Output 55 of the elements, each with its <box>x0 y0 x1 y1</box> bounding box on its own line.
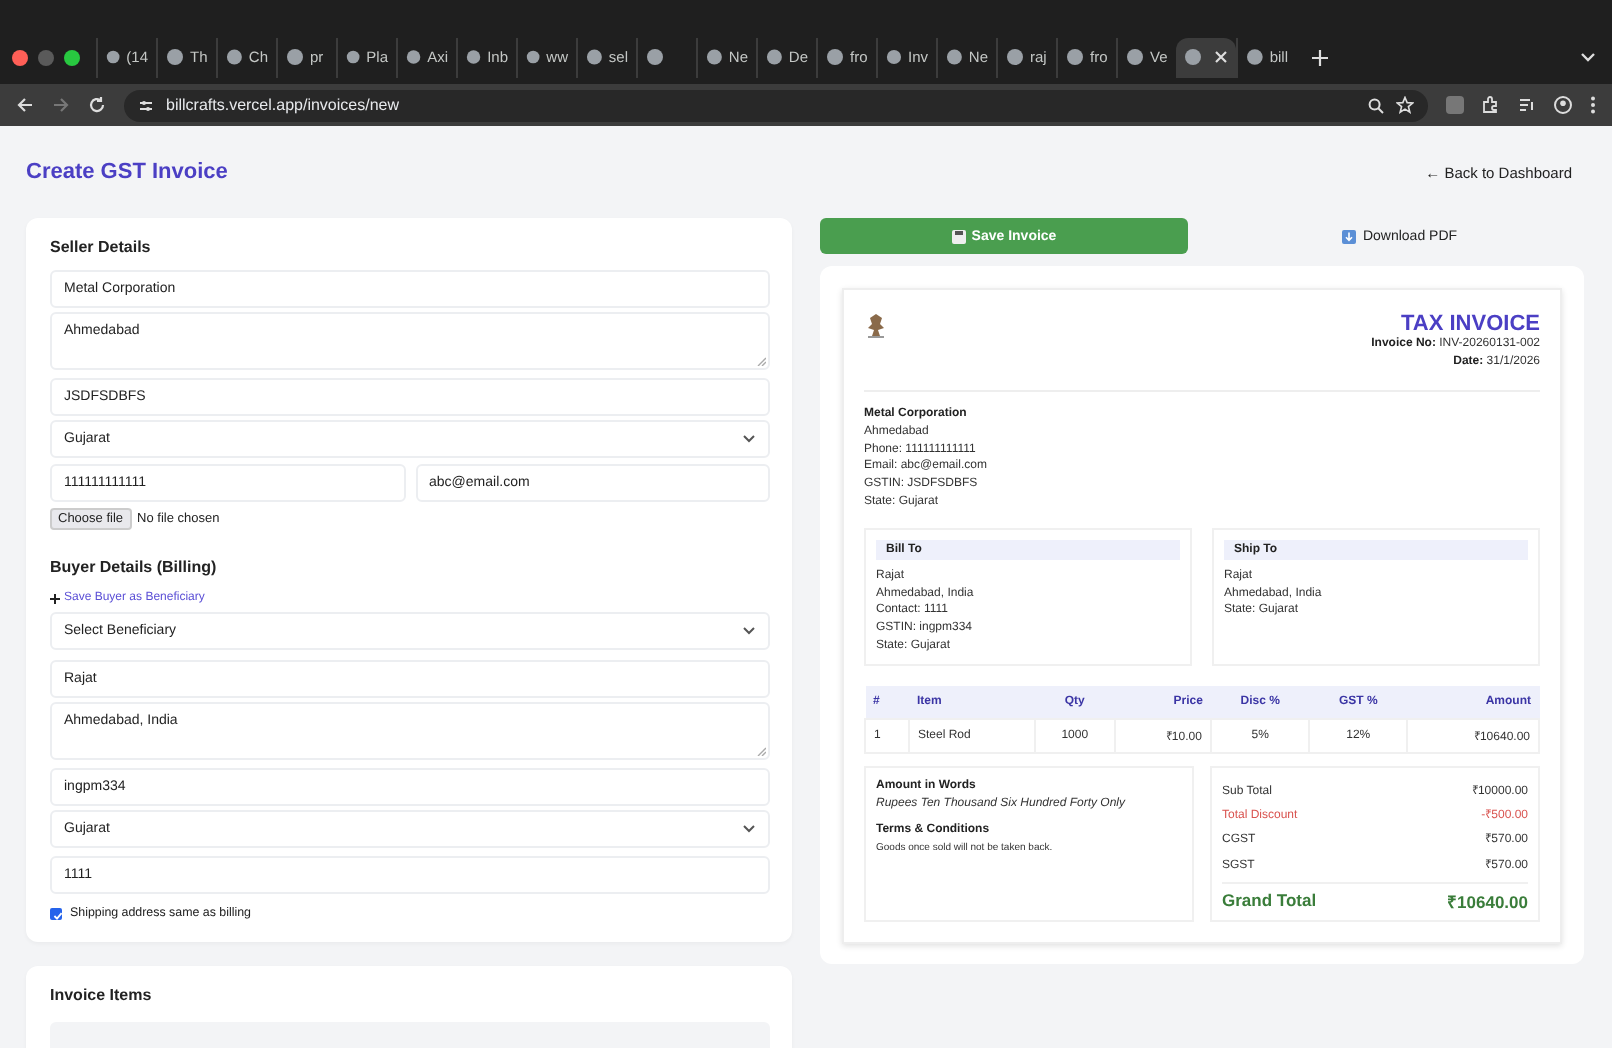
menu-icon[interactable] <box>1590 96 1596 114</box>
resize-grip-icon[interactable] <box>756 356 766 366</box>
page-title: Create GST Invoice <box>26 160 228 184</box>
favicon-icon <box>106 48 121 66</box>
star-icon[interactable] <box>1396 96 1414 114</box>
checkbox[interactable] <box>50 907 62 919</box>
resize-grip-icon[interactable] <box>756 746 766 756</box>
close-window-icon[interactable] <box>12 49 28 65</box>
favicon-icon <box>886 48 902 66</box>
favicon-icon <box>166 48 184 66</box>
favicon-icon <box>526 48 541 66</box>
download-icon <box>1342 229 1357 243</box>
favicon-icon <box>406 48 422 66</box>
new-tab-icon[interactable] <box>1312 49 1328 65</box>
chevron-down-icon <box>742 434 756 444</box>
site-settings-icon[interactable] <box>138 97 154 113</box>
forward-icon[interactable] <box>52 96 70 114</box>
close-icon[interactable] <box>1214 50 1228 64</box>
zoom-search-icon[interactable] <box>1368 97 1384 113</box>
favicon-icon <box>946 48 963 66</box>
grand-total-label: Grand Total <box>1222 889 1317 912</box>
logo-icon <box>864 312 888 340</box>
favicon-icon <box>646 48 664 66</box>
favicon-icon <box>466 48 482 66</box>
favicon-icon <box>1184 48 1202 66</box>
grand-total-value: ₹10640.00 <box>1447 889 1528 912</box>
favicon-icon <box>1126 48 1144 66</box>
profile-icon[interactable] <box>1554 96 1572 114</box>
chevron-down-icon[interactable] <box>1580 51 1596 63</box>
puzzle-icon[interactable] <box>1482 96 1500 114</box>
section-heading: Invoice Items <box>50 986 154 1006</box>
zoom-icon[interactable] <box>64 49 80 65</box>
chevron-down-icon <box>742 824 756 834</box>
favicon-icon <box>1066 48 1084 66</box>
section-heading: Seller Details <box>50 238 153 258</box>
minimize-icon[interactable] <box>38 49 54 65</box>
favicon-icon <box>826 48 844 66</box>
invoice-title: TAX INVOICE <box>1399 312 1540 336</box>
favicon-icon <box>1006 48 1024 66</box>
favicon-icon <box>226 48 243 66</box>
back-icon[interactable] <box>16 96 34 114</box>
favicon-icon <box>286 48 304 66</box>
favicon-icon <box>706 48 723 66</box>
address-bar[interactable]: billcrafts.vercel.app/invoices/new <box>124 89 1428 121</box>
favicon-icon <box>586 48 603 66</box>
favicon-icon <box>766 48 783 66</box>
favicon-icon <box>1246 48 1264 66</box>
browser-tab[interactable] <box>1176 37 1236 77</box>
plus-icon <box>50 593 60 603</box>
reload-icon[interactable] <box>88 96 106 114</box>
media-controls-icon[interactable] <box>1518 96 1536 114</box>
section-heading: Buyer Details (Billing) <box>50 558 219 578</box>
chevron-down-icon <box>742 626 756 636</box>
url-text: billcrafts.vercel.app/invoices/new <box>166 96 399 114</box>
favicon-icon <box>346 48 361 66</box>
